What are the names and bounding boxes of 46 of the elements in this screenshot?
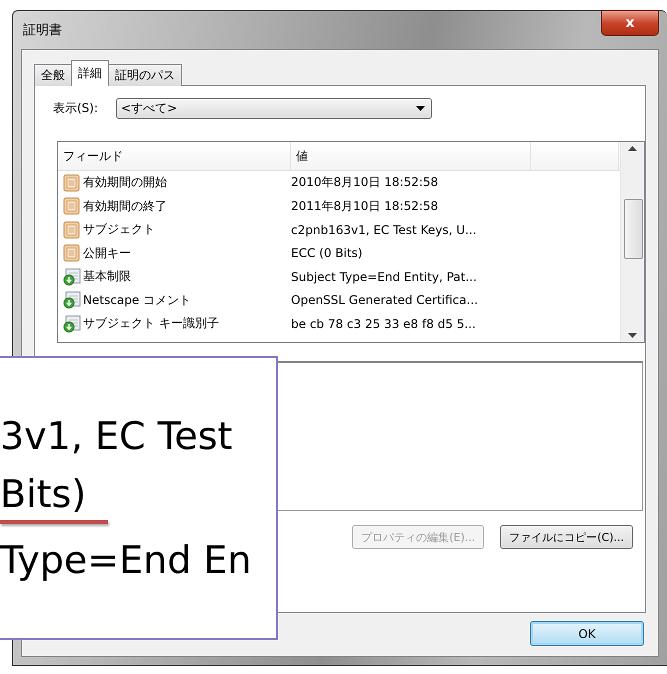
window-title: 証明書 [22, 22, 62, 39]
document-icon [63, 197, 81, 216]
list-row[interactable]: Netscape コメント OpenSSL Generated Certifica... [58, 288, 620, 312]
show-label: 表示(S): [53, 100, 98, 117]
column-header[interactable]: フィールド [58, 142, 291, 170]
field-name: 公開キー [83, 244, 131, 262]
list-row[interactable]: 基本制限 Subject Type=End Entity, Pat... [58, 265, 620, 288]
field-value: be cb 78 c3 25 33 e8 f8 d5 5... [291, 316, 476, 331]
field-value: OpenSSL Generated Certifica... [291, 293, 478, 308]
field-value: 2011年8月10日 18:52:58 [291, 198, 438, 215]
download-document-icon [63, 291, 81, 310]
scrollbar-thumb[interactable] [624, 199, 643, 259]
list-row[interactable]: 公開キー ECC (0 Bits) [58, 242, 620, 265]
close-button[interactable]: x [601, 10, 659, 36]
field-name: サブジェクト [83, 221, 155, 238]
field-name: サブジェクト キー識別子 [83, 315, 219, 332]
field-name: 基本制限 [83, 268, 131, 286]
field-value: Subject Type=End Entity, Pat... [291, 270, 477, 284]
download-document-icon [63, 314, 81, 333]
ok-button[interactable]: OK [530, 621, 644, 646]
field-value: ECC (0 Bits) [291, 246, 362, 260]
tab[interactable]: 詳細 [71, 60, 109, 86]
field-name: 有効期間の開始 [83, 174, 167, 192]
action-button[interactable]: ファイルにコピー(C)... [500, 525, 633, 549]
field-name: Netscape コメント [83, 292, 192, 309]
field-value: c2pnb163v1, EC Test Keys, U... [291, 222, 476, 237]
column-header[interactable]: 値 [291, 142, 531, 170]
list-row[interactable]: 有効期間の終了 2011年8月10日 18:52:58 [58, 194, 620, 218]
list-row[interactable]: 有効期間の開始 2010年8月10日 18:52:58 [58, 171, 620, 194]
field-value: 2010年8月10日 18:52:58 [291, 174, 438, 192]
show-dropdown[interactable]: <すべて> [116, 98, 432, 119]
scroll-down-icon [628, 333, 637, 338]
dropdown-arrow-icon [416, 106, 426, 111]
tab[interactable]: 証明のパス [108, 64, 182, 86]
document-icon [63, 174, 81, 192]
list-row[interactable]: サブジェクト c2pnb163v1, EC Test Keys, U... [58, 218, 620, 242]
tab[interactable]: 全般 [34, 64, 72, 86]
scrollbar[interactable] [620, 142, 644, 342]
scroll-up-icon [628, 146, 637, 151]
document-icon [63, 220, 81, 239]
document-icon [63, 244, 81, 262]
magnified-text: 3v1, EC Test [0, 414, 232, 458]
download-document-icon [63, 268, 81, 286]
field-name: 有効期間の終了 [83, 198, 167, 215]
magnified-text: Bits) [0, 472, 86, 516]
list-row[interactable]: サブジェクト キー識別子 be cb 78 c3 25 33 e8 f8 d5 5... [58, 312, 620, 336]
